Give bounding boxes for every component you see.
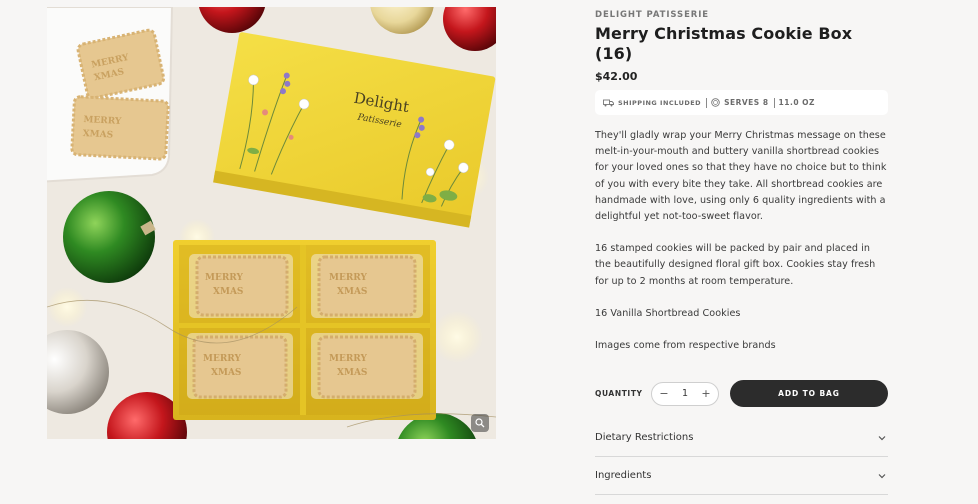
cookie-text: XMAS — [213, 287, 243, 297]
quantity-stepper[interactable]: − 1 + — [651, 381, 719, 406]
accordion-dietary-restrictions[interactable]: Dietary Restrictions — [595, 419, 888, 457]
chevron-down-icon — [878, 473, 886, 478]
description-paragraph: 16 Vanilla Shortbread Cookies — [595, 307, 741, 319]
cookie-text: MERRY — [329, 273, 368, 283]
product-meta-bar: SHIPPING INCLUDED SERVES 8 11.0 OZ — [595, 90, 888, 115]
divider — [773, 97, 775, 108]
quantity-label: QUANTITY — [595, 389, 643, 398]
cookie-text: MERRY — [203, 354, 242, 364]
cookie-text: XMAS — [337, 287, 367, 297]
product-image[interactable]: MERRY XMAS MERRY XMAS Delight Patisserie… — [47, 7, 496, 439]
description-paragraph: 16 stamped cookies will be packed by pai… — [595, 243, 876, 287]
product-description: They'll gladly wrap your Merry Christmas… — [595, 128, 888, 354]
accordion-label: Ingredients — [595, 470, 652, 481]
product-price: $42.00 — [595, 70, 638, 83]
chevron-down-icon — [878, 435, 886, 440]
accordion-label: Dietary Restrictions — [595, 432, 694, 443]
cookie-text: XMAS — [82, 129, 113, 141]
accordion: Dietary Restrictions Ingredients — [595, 419, 888, 495]
zoom-button[interactable] — [471, 414, 489, 432]
purchase-row: QUANTITY − 1 + ADD TO BAG — [595, 380, 888, 407]
description-paragraph: They'll gladly wrap your Merry Christmas… — [595, 130, 887, 223]
product-info: DELIGHT PATISSERIE Merry Christmas Cooki… — [595, 9, 888, 370]
quantity-value[interactable]: 1 — [682, 388, 688, 399]
cookie-text: MERRY — [83, 115, 122, 127]
decrease-quantity-button[interactable]: − — [659, 387, 669, 400]
cookie-text: XMAS — [337, 368, 367, 378]
size-label: 11.0 OZ — [778, 98, 815, 107]
truck-icon — [603, 99, 614, 106]
product-photo: MERRY XMAS MERRY XMAS Delight Patisserie… — [47, 7, 496, 439]
plate-icon — [711, 98, 720, 107]
product-title: Merry Christmas Cookie Box (16) — [595, 24, 853, 63]
increase-quantity-button[interactable]: + — [701, 387, 711, 400]
description-paragraph: Images come from respective brands — [595, 340, 776, 352]
divider — [706, 97, 708, 108]
cookie-text: MERRY — [205, 273, 244, 283]
magnifier-icon — [475, 418, 485, 428]
cookie-text: MERRY — [329, 354, 368, 364]
shipping-label: SHIPPING INCLUDED — [618, 98, 702, 107]
brand-name[interactable]: DELIGHT PATISSERIE — [595, 9, 888, 21]
serves-label: SERVES 8 — [724, 98, 769, 107]
cookie-text: XMAS — [211, 368, 241, 378]
accordion-ingredients[interactable]: Ingredients — [595, 457, 888, 495]
add-to-bag-button[interactable]: ADD TO BAG — [730, 380, 888, 407]
